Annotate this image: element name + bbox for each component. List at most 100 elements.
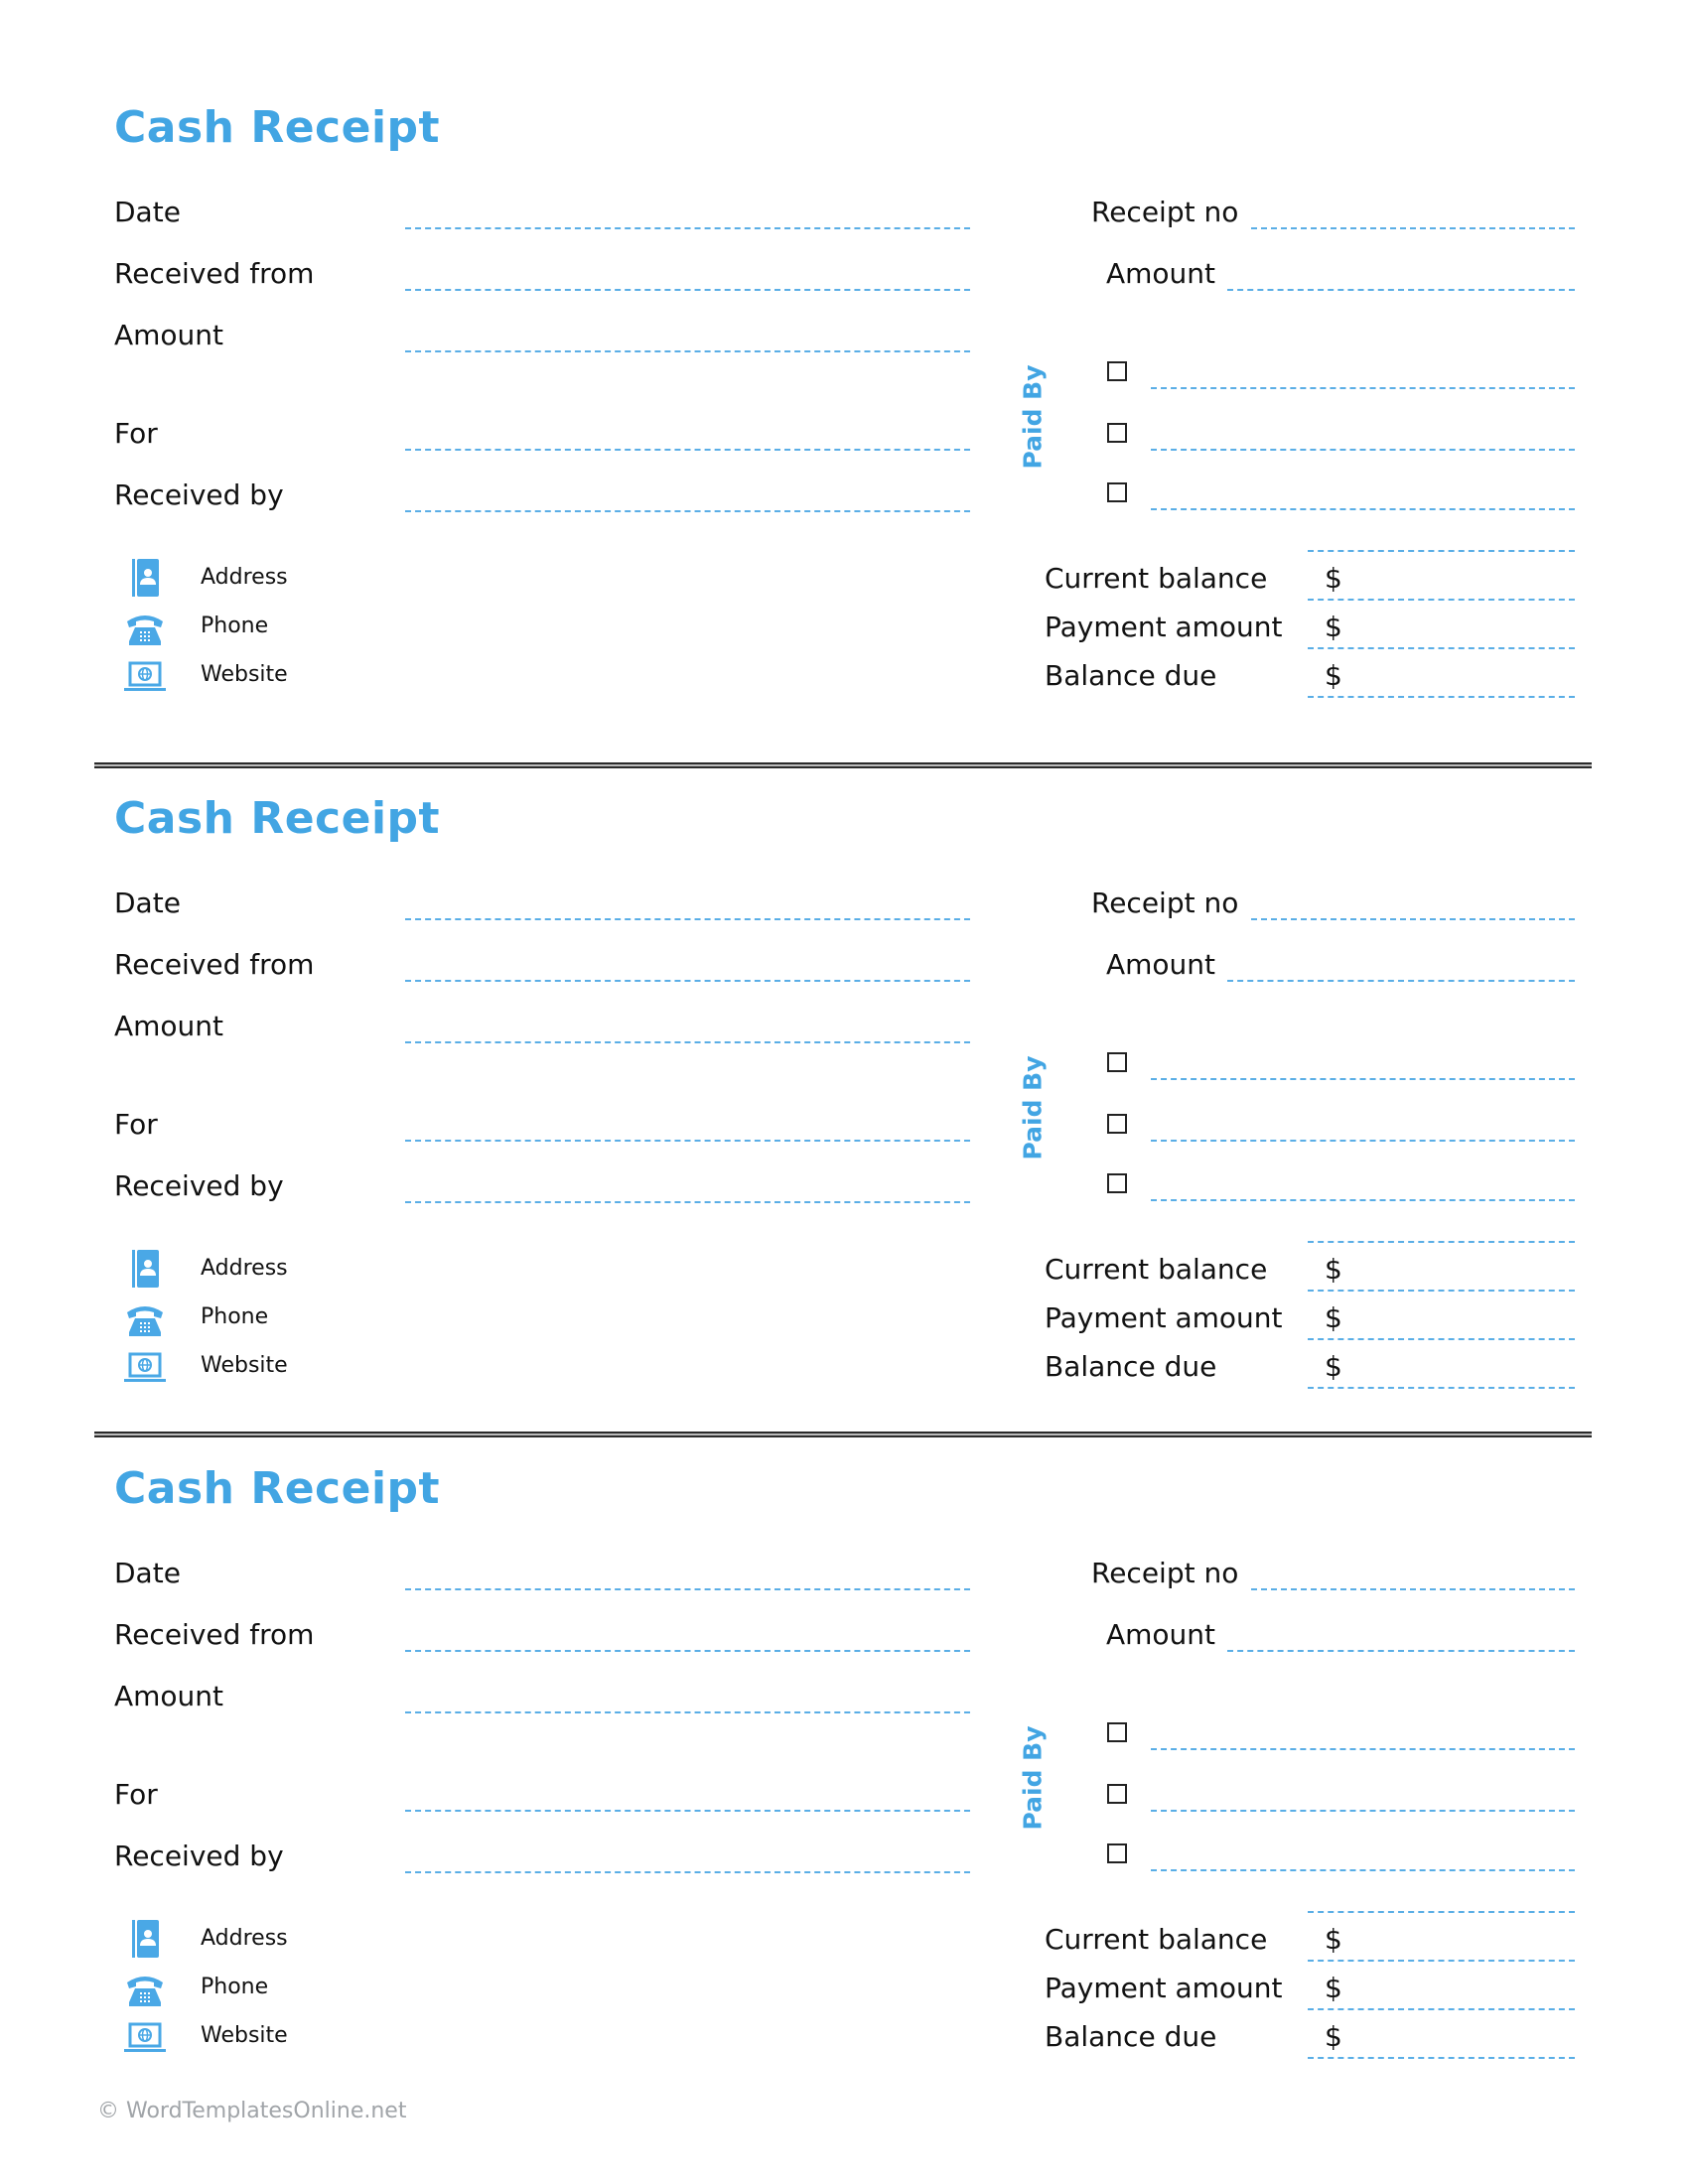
date-field[interactable] xyxy=(405,1588,970,1590)
currency-symbol: $ xyxy=(1325,2020,1342,2053)
paid-by-field[interactable] xyxy=(1151,1869,1575,1871)
amount-field[interactable] xyxy=(405,1041,970,1043)
address-label: Address xyxy=(201,1926,288,1951)
amount-field[interactable] xyxy=(405,350,970,352)
address-book-icon xyxy=(132,1250,159,1288)
address-book-icon xyxy=(132,1920,159,1958)
phone-icon xyxy=(127,615,163,645)
received-from-label: Received from xyxy=(114,257,315,290)
current-balance-field[interactable] xyxy=(1308,1960,1575,1962)
received-from-field[interactable] xyxy=(405,1650,970,1652)
received-by-label: Received by xyxy=(114,1840,284,1872)
received-from-field[interactable] xyxy=(405,289,970,291)
receipt-title: Cash Receipt xyxy=(114,1463,441,1514)
paid-by-field[interactable] xyxy=(1151,1748,1575,1750)
balance-top-line xyxy=(1308,550,1575,552)
paid-by-checkbox[interactable] xyxy=(1107,1114,1127,1134)
amount-label: Amount xyxy=(114,1680,224,1712)
current-balance-field[interactable] xyxy=(1308,1290,1575,1292)
receipt-no-field[interactable] xyxy=(1251,1588,1575,1590)
date-field[interactable] xyxy=(405,918,970,920)
phone-icon xyxy=(127,1306,163,1336)
current-balance-label: Current balance xyxy=(1045,1253,1268,1286)
paid-by-field[interactable] xyxy=(1151,387,1575,389)
current-balance-field[interactable] xyxy=(1308,599,1575,601)
for-field[interactable] xyxy=(405,449,970,451)
received-by-label: Received by xyxy=(114,1169,284,1202)
receipt-no-label: Receipt no xyxy=(1091,196,1239,228)
right-amount-label: Amount xyxy=(1106,948,1216,981)
laptop-globe-icon xyxy=(124,2022,166,2052)
for-label: For xyxy=(114,1778,158,1811)
received-by-field[interactable] xyxy=(405,1871,970,1873)
payment-amount-label: Payment amount xyxy=(1045,1301,1283,1334)
date-label: Date xyxy=(114,887,181,919)
paid-by-checkbox[interactable] xyxy=(1107,1052,1127,1072)
amount-field[interactable] xyxy=(405,1711,970,1713)
received-by-label: Received by xyxy=(114,478,284,511)
paid-by-label: Paid By xyxy=(1018,1725,1048,1831)
currency-symbol: $ xyxy=(1325,1923,1342,1956)
balance-due-field[interactable] xyxy=(1308,2057,1575,2059)
cash-receipt: Cash Receipt Date Received from Amount F… xyxy=(0,1361,1688,2059)
for-label: For xyxy=(114,1108,158,1141)
website-label: Website xyxy=(201,2023,288,2048)
balance-top-line xyxy=(1308,1911,1575,1913)
section-divider xyxy=(94,1432,1592,1437)
currency-symbol: $ xyxy=(1325,1301,1342,1334)
receipt-title: Cash Receipt xyxy=(114,793,441,844)
paid-by-checkbox[interactable] xyxy=(1107,1173,1127,1193)
amount-label: Amount xyxy=(114,319,224,351)
payment-amount-field[interactable] xyxy=(1308,1338,1575,1340)
paid-by-field[interactable] xyxy=(1151,1810,1575,1812)
receipt-no-label: Receipt no xyxy=(1091,887,1239,919)
paid-by-checkbox[interactable] xyxy=(1107,1722,1127,1742)
phone-label: Phone xyxy=(201,1304,269,1329)
receipt-no-field[interactable] xyxy=(1251,227,1575,229)
paid-by-checkbox[interactable] xyxy=(1107,361,1127,381)
phone-icon xyxy=(127,1977,163,2006)
received-from-field[interactable] xyxy=(405,980,970,982)
right-amount-field[interactable] xyxy=(1227,1650,1575,1652)
received-from-label: Received from xyxy=(114,948,315,981)
section-divider xyxy=(94,762,1592,768)
balance-due-label: Balance due xyxy=(1045,2020,1217,2053)
received-by-field[interactable] xyxy=(405,510,970,512)
currency-symbol: $ xyxy=(1325,659,1342,692)
paid-by-label: Paid By xyxy=(1018,1055,1048,1160)
cash-receipt: Cash Receipt Date Received from Amount F… xyxy=(0,0,1688,698)
paid-by-field[interactable] xyxy=(1151,1078,1575,1080)
for-field[interactable] xyxy=(405,1140,970,1142)
for-field[interactable] xyxy=(405,1810,970,1812)
phone-label: Phone xyxy=(201,614,269,638)
right-amount-label: Amount xyxy=(1106,257,1216,290)
received-from-label: Received from xyxy=(114,1618,315,1651)
currency-symbol: $ xyxy=(1325,1253,1342,1286)
paid-by-field[interactable] xyxy=(1151,1140,1575,1142)
paid-by-checkbox[interactable] xyxy=(1107,1784,1127,1804)
phone-label: Phone xyxy=(201,1975,269,1999)
paid-by-field[interactable] xyxy=(1151,1199,1575,1201)
footer-copyright: © WordTemplatesOnline.net xyxy=(97,2099,407,2123)
paid-by-checkbox[interactable] xyxy=(1107,482,1127,502)
amount-label: Amount xyxy=(114,1010,224,1042)
receipt-title: Cash Receipt xyxy=(114,102,441,153)
paid-by-field[interactable] xyxy=(1151,508,1575,510)
payment-amount-field[interactable] xyxy=(1308,647,1575,649)
right-amount-field[interactable] xyxy=(1227,980,1575,982)
cash-receipt: Cash Receipt Date Received from Amount F… xyxy=(0,691,1688,1389)
paid-by-label: Paid By xyxy=(1018,364,1048,470)
for-label: For xyxy=(114,417,158,450)
payment-amount-field[interactable] xyxy=(1308,2008,1575,2010)
balance-due-label: Balance due xyxy=(1045,659,1217,692)
right-amount-field[interactable] xyxy=(1227,289,1575,291)
paid-by-checkbox[interactable] xyxy=(1107,1843,1127,1863)
paid-by-field[interactable] xyxy=(1151,449,1575,451)
payment-amount-label: Payment amount xyxy=(1045,611,1283,643)
website-label: Website xyxy=(201,662,288,687)
date-field[interactable] xyxy=(405,227,970,229)
paid-by-checkbox[interactable] xyxy=(1107,423,1127,443)
balance-top-line xyxy=(1308,1241,1575,1243)
received-by-field[interactable] xyxy=(405,1201,970,1203)
receipt-no-field[interactable] xyxy=(1251,918,1575,920)
